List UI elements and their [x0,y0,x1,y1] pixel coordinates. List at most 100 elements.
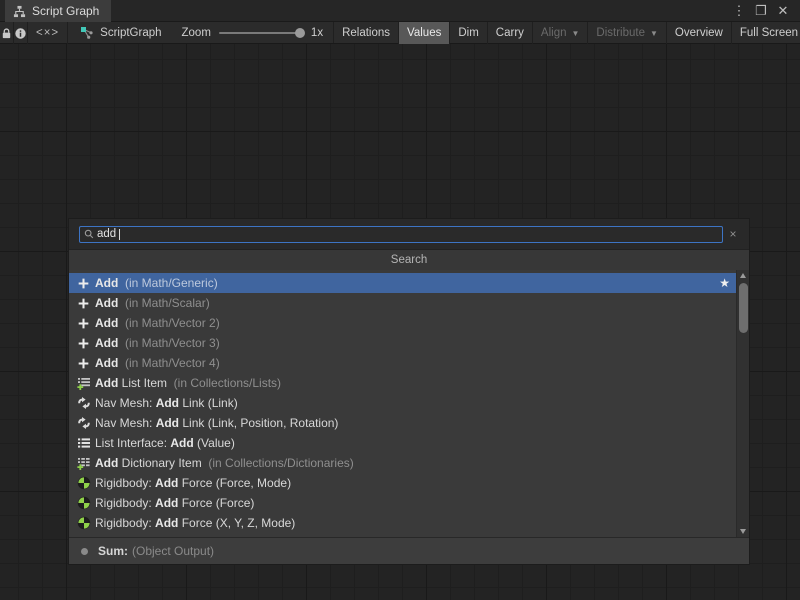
result-row[interactable]: Nav Mesh: Add Link (Link) [69,393,736,413]
fuzzy-finder-dialog: add × Search Add (in Math/Generic)★Add (… [68,218,750,565]
chevron-down-icon: ▼ [572,29,580,38]
graph-title: ScriptGraph [68,22,171,43]
result-label: Nav Mesh: Add Link (Link, Position, Rota… [95,416,338,430]
lock-icon [0,27,13,40]
toolbar-button-label: Values [407,27,441,39]
result-row[interactable]: Add (in Math/Vector 2) [69,313,736,333]
toolbar-button-distribute: Distribute ▼ [588,22,667,44]
plus-icon [76,336,91,350]
result-row[interactable]: Rigidbody: Add Force (Force) [69,493,736,513]
toolbar-button-align: Align ▼ [533,22,589,44]
result-label: Rigidbody: Add Force (Force, Mode) [95,476,291,490]
plus-icon [76,276,91,290]
zoom-slider[interactable] [219,32,303,34]
footer-port-name: Sum: [98,544,128,558]
search-input[interactable]: add [79,226,723,243]
favorite-star-icon[interactable]: ★ [719,276,732,290]
zoom-slider-thumb[interactable] [295,28,305,38]
toolbar-button-label: Overview [675,27,723,39]
dict-add-icon [76,456,91,470]
graph-title-label: ScriptGraph [100,27,161,39]
scrollbar[interactable] [736,270,749,537]
close-dialog-icon[interactable]: × [723,227,743,241]
toolbar-button-label: Dim [458,27,478,39]
result-label: Add (in Math/Vector 3) [95,336,220,350]
zoom-value: 1x [311,27,323,39]
window-menu-icon[interactable]: ⋮ [730,2,748,20]
plus-icon [76,316,91,330]
results-area: Add (in Math/Generic) ★ Add (in Math/Scala… [69,270,749,537]
footer-port-type: (Object Output) [132,544,214,558]
scrollbar-thumb[interactable] [739,283,748,333]
result-label: Add (in Math/Generic) [95,276,218,290]
rigidbody-icon [76,496,91,510]
text-cursor [119,229,120,240]
list-add-icon [76,376,91,390]
result-label: Add List Item (in Collections/Lists) [95,376,281,390]
preview-footer: Sum: (Object Output) [69,537,749,564]
chevron-down-icon: ▼ [650,29,658,38]
result-label: Rigidbody: Add Force (Force) [95,496,254,510]
titlebar: Script Graph ⋮ ❐ ✕ [0,0,800,22]
toolbar-button-label: Carry [496,27,524,39]
toolbar-button-dim[interactable]: Dim [450,22,487,44]
info-button[interactable] [14,22,28,44]
toolbar-button-carry[interactable]: Carry [488,22,533,44]
search-row: add × [69,219,749,249]
toolbar-button-relations[interactable]: Relations [334,22,399,44]
zoom-control: Zoom 1x [172,22,335,43]
graph-toolbar: <×> ScriptGraph Zoom 1x Relations Values D… [0,22,800,44]
result-row[interactable]: Rigidbody: Add Force (Force, Mode) [69,473,736,493]
search-query-text: add [97,227,116,242]
zoom-label: Zoom [182,27,211,39]
result-label: Add (in Math/Vector 2) [95,316,220,330]
toolbar-button-full-screen[interactable]: Full Screen [732,22,800,44]
result-row[interactable]: Add List Item (in Collections/Lists) [69,373,736,393]
result-row[interactable]: Add (in Math/Vector 3) [69,333,736,353]
toolbar-button-label: Align [541,27,567,39]
maximize-icon[interactable]: ❐ [752,2,770,20]
result-row[interactable]: Add (in Math/Vector 4) [69,353,736,373]
plus-icon [76,296,91,310]
code-preview-button[interactable]: <×> [28,22,68,44]
toolbar-button-values[interactable]: Values [399,22,450,44]
window-controls: ⋮ ❐ ✕ [730,0,800,21]
toolbar-button-overview[interactable]: Overview [667,22,732,44]
result-row[interactable]: Add (in Math/Generic) ★ [69,273,736,293]
result-row[interactable]: Add Dictionary Item (in Collections/Dict… [69,453,736,473]
results-list: Add (in Math/Generic) ★ Add (in Math/Scala… [69,270,736,537]
script-graph-icon [80,26,94,40]
toolbar-button-label: Distribute [596,27,645,39]
rigidbody-icon [76,476,91,490]
result-label: Add (in Math/Scalar) [95,296,210,310]
info-icon [14,27,27,40]
navmesh-icon [76,416,91,430]
scroll-down-icon[interactable] [737,526,750,537]
plus-icon [76,356,91,370]
tab-title: Script Graph [32,4,99,18]
toolbar-right-group: Relations Values Dim Carry Align ▼ Distribute ▼… [334,22,800,43]
list-icon [76,436,91,450]
result-label: Rigidbody: Add Force (X, Y, Z, Mode) [95,516,295,530]
result-label: Nav Mesh: Add Link (Link) [95,396,238,410]
close-window-icon[interactable]: ✕ [774,2,792,20]
graph-hierarchy-icon [13,5,26,18]
search-header: Search [69,249,749,270]
result-label: Add (in Math/Vector 4) [95,356,220,370]
rigidbody-icon [76,516,91,530]
tab-script-graph[interactable]: Script Graph [5,0,111,22]
output-port-icon [81,548,88,555]
navmesh-icon [76,396,91,410]
result-label: Add Dictionary Item (in Collections/Dict… [95,456,354,470]
lock-button[interactable] [0,22,14,44]
footer-text: Sum: (Object Output) [98,544,214,558]
search-icon [84,229,94,239]
result-row[interactable]: Rigidbody: Add Force (X, Y, Z, Mode) [69,513,736,533]
result-label: List Interface: Add (Value) [95,436,235,450]
result-row[interactable]: List Interface: Add (Value) [69,433,736,453]
toolbar-button-label: Relations [342,27,390,39]
toolbar-button-label: Full Screen [740,27,798,39]
result-row[interactable]: Nav Mesh: Add Link (Link, Position, Rota… [69,413,736,433]
scroll-up-icon[interactable] [737,270,750,281]
result-row[interactable]: Add (in Math/Scalar) [69,293,736,313]
